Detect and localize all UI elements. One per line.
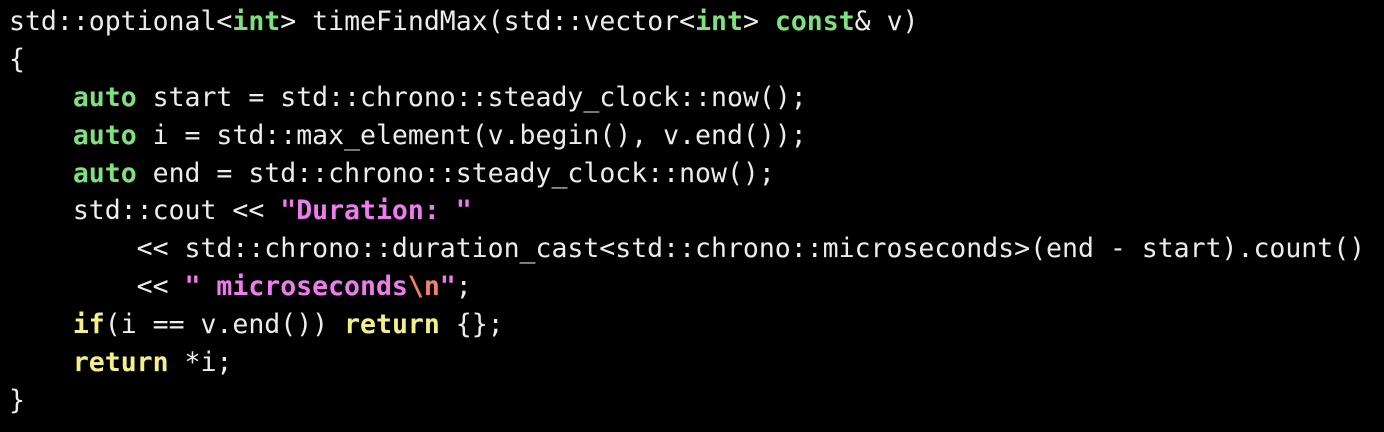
code-token: ; bbox=[455, 271, 472, 303]
code-line: << " microseconds\n"; bbox=[9, 268, 1365, 306]
string-token: " microseconds bbox=[184, 271, 408, 303]
code-token: & v) bbox=[854, 6, 919, 37]
keyword-token: int bbox=[232, 6, 281, 37]
code-token: start = std::chrono::steady_clock::now()… bbox=[136, 81, 807, 113]
code-token: i = std::max_element(v.begin(), v.end())… bbox=[136, 119, 807, 151]
code-token: { bbox=[9, 43, 25, 75]
code-line: auto start = std::chrono::steady_clock::… bbox=[9, 79, 1365, 117]
code-line: } bbox=[9, 382, 1365, 420]
code-line: auto i = std::max_element(v.begin(), v.e… bbox=[9, 117, 1365, 155]
code-token: > bbox=[742, 6, 775, 37]
code-line: std::optional<int> timeFindMax(std::vect… bbox=[9, 3, 1365, 41]
code-line: return *i; bbox=[9, 344, 1365, 382]
code-block: std::optional<int> timeFindMax(std::vect… bbox=[9, 3, 1365, 420]
string-token: " bbox=[439, 271, 456, 303]
code-token: } bbox=[9, 384, 25, 416]
code-line: std::cout << "Duration: " bbox=[9, 192, 1365, 230]
code-token: (i == v.end()) bbox=[104, 309, 345, 341]
code-token: *i; bbox=[168, 347, 233, 379]
control-keyword-token: if bbox=[72, 309, 105, 341]
code-token: > timeFindMax(std::vector< bbox=[280, 6, 696, 37]
control-keyword-token: return bbox=[72, 347, 169, 379]
keyword-token: auto bbox=[72, 119, 137, 151]
code-token: std::cout << bbox=[9, 195, 281, 227]
code-line: << std::chrono::duration_cast<std::chron… bbox=[9, 230, 1366, 268]
keyword-token: const bbox=[774, 6, 855, 37]
code-line: { bbox=[9, 41, 1365, 79]
keyword-token: auto bbox=[72, 81, 137, 113]
keyword-token: auto bbox=[72, 157, 137, 189]
code-line: auto end = std::chrono::steady_clock::no… bbox=[9, 155, 1365, 193]
code-token: << bbox=[9, 271, 185, 303]
code-token: end = std::chrono::steady_clock::now(); bbox=[136, 157, 775, 189]
escape-sequence-token: \n bbox=[407, 271, 440, 303]
string-token: "Duration: " bbox=[280, 195, 472, 227]
code-token: << std::chrono::duration_cast<std::chron… bbox=[9, 233, 1366, 265]
keyword-token: int bbox=[695, 6, 743, 37]
code-token: std::optional< bbox=[9, 6, 233, 37]
code-token: {}; bbox=[439, 309, 504, 341]
control-keyword-token: return bbox=[344, 309, 440, 341]
code-line: if(i == v.end()) return {}; bbox=[9, 306, 1365, 344]
